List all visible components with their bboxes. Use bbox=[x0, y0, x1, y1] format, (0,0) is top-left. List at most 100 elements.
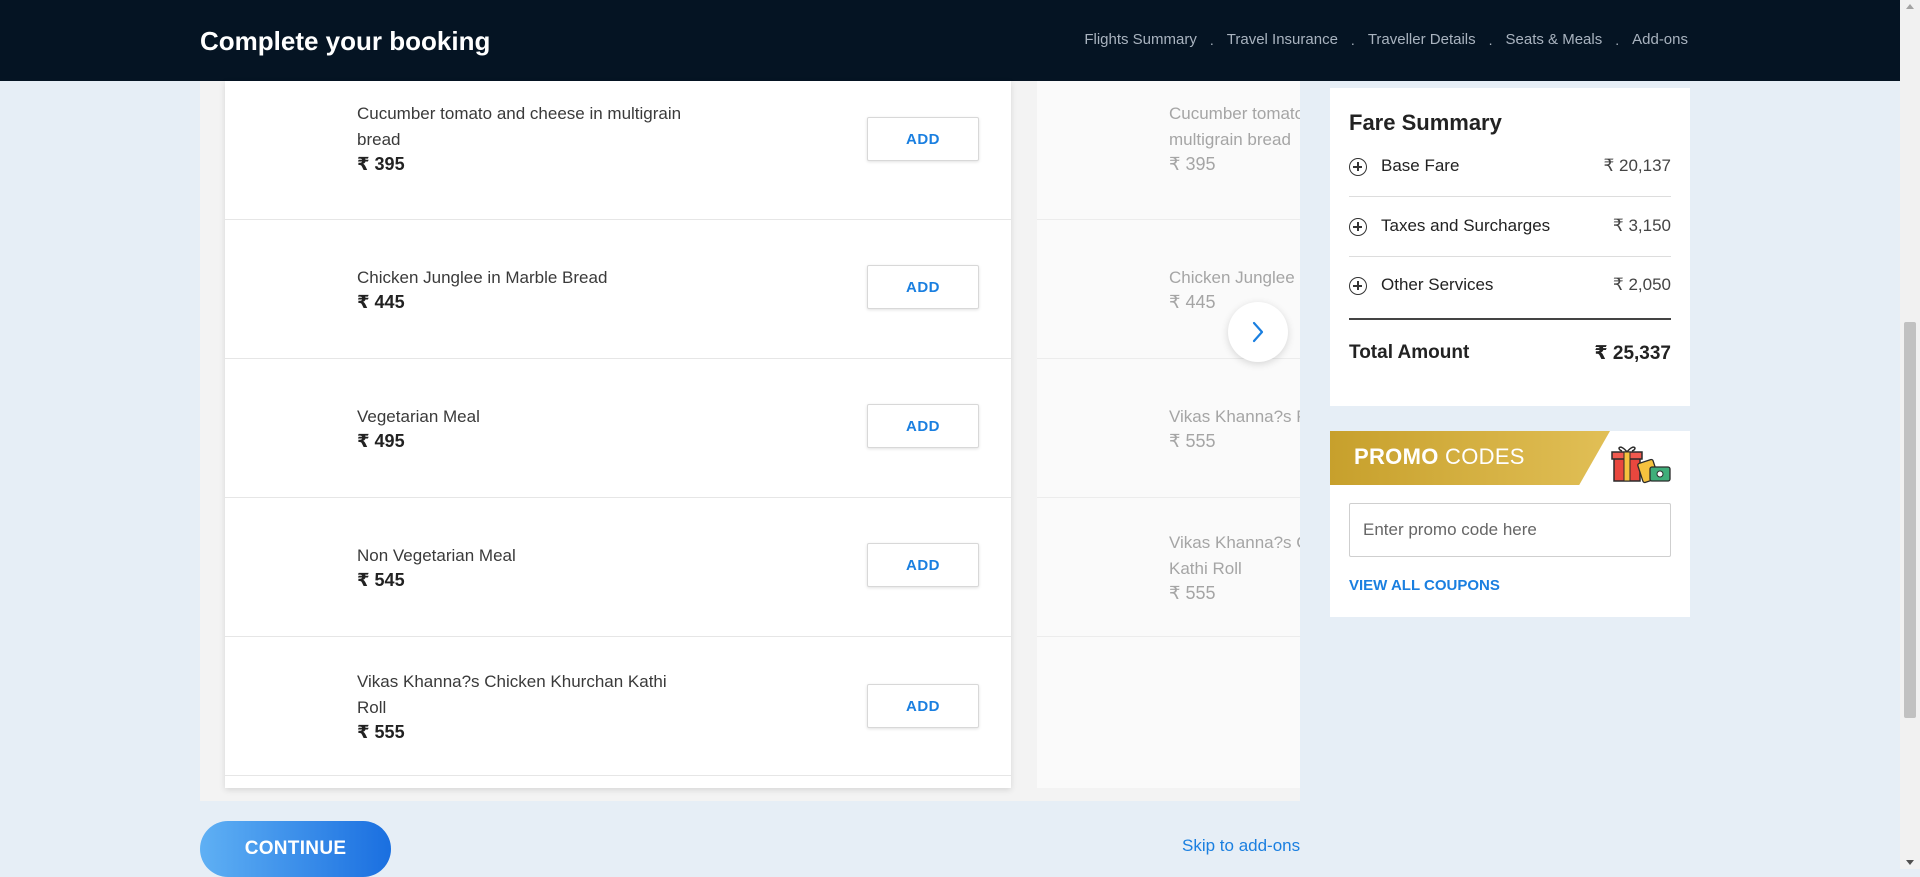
chevron-right-icon bbox=[1252, 321, 1264, 343]
fare-row-taxes[interactable]: Taxes and Surcharges ₹ 3,150 bbox=[1349, 197, 1671, 257]
meal-item: Vikas Khanna?s Chicken Khurchan Kathi Ro… bbox=[1037, 498, 1300, 637]
meal-price: ₹ 555 bbox=[1169, 431, 1300, 452]
meal-name: Vikas Khanna?s Chicken Khurchan Kathi Ro… bbox=[357, 672, 667, 717]
step-flights-summary[interactable]: Flights Summary bbox=[1084, 31, 1197, 48]
expand-plus-icon[interactable] bbox=[1349, 218, 1367, 236]
add-meal-button[interactable]: ADD bbox=[867, 404, 979, 448]
rupee-symbol: ₹ bbox=[1169, 583, 1181, 603]
fare-amount: ₹ 3,150 bbox=[1612, 216, 1671, 235]
total-amount-row: Total Amount ₹ 25,337 bbox=[1349, 342, 1671, 364]
meal-info: Chicken Junglee in Marble Bread ₹ 445 bbox=[1169, 265, 1300, 313]
total-divider bbox=[1349, 318, 1671, 320]
meal-name: Vikas Khanna?s Paneer Kathi Roll bbox=[1169, 407, 1300, 426]
meal-info: Vegetarian Meal ₹ 495 bbox=[357, 404, 697, 452]
meal-price: ₹ 395 bbox=[357, 154, 697, 175]
promo-codes-card: PROMO CODES VIEW ALL COUPONS bbox=[1330, 431, 1690, 617]
meal-name: Cucumber tomato and cheese in multigrain… bbox=[1169, 104, 1300, 149]
rupee-symbol: ₹ bbox=[357, 431, 370, 451]
meal-price-value: 395 bbox=[1185, 154, 1216, 174]
skip-to-addons-link[interactable]: Skip to add-ons bbox=[1182, 836, 1300, 856]
view-all-coupons-link[interactable]: VIEW ALL COUPONS bbox=[1349, 577, 1500, 594]
meal-price-value: 445 bbox=[374, 292, 405, 312]
fare-label: Taxes and Surcharges bbox=[1381, 216, 1551, 235]
rupee-symbol: ₹ bbox=[1169, 431, 1181, 451]
meal-name: Vegetarian Meal bbox=[357, 407, 480, 426]
meal-info: Vikas Khanna?s Chicken Khurchan Kathi Ro… bbox=[1169, 530, 1300, 604]
meal-price-value: 545 bbox=[374, 570, 405, 590]
meal-item: Non Vegetarian Meal ₹ 545 ADD bbox=[225, 498, 1011, 637]
total-amount: ₹ 25,337 bbox=[1594, 343, 1671, 364]
page-title: Complete your booking bbox=[200, 26, 491, 56]
top-header: Complete your booking Flights Summary . … bbox=[0, 0, 1900, 81]
meal-price-value: 555 bbox=[1185, 583, 1216, 603]
fare-row-base-fare[interactable]: Base Fare ₹ 20,137 bbox=[1349, 137, 1671, 197]
booking-steps: Flights Summary . Travel Insurance . Tra… bbox=[1084, 31, 1688, 48]
expand-plus-icon[interactable] bbox=[1349, 277, 1367, 295]
meal-info: Chicken Junglee in Marble Bread ₹ 445 bbox=[357, 265, 697, 313]
promo-code-input[interactable] bbox=[1349, 503, 1671, 557]
meal-price: ₹ 555 bbox=[1169, 583, 1300, 604]
meal-list: Cucumber tomato and cheese in multigrain… bbox=[225, 81, 1011, 788]
rupee-symbol: ₹ bbox=[357, 292, 370, 312]
step-traveller-details[interactable]: Traveller Details bbox=[1368, 31, 1476, 48]
add-meal-button[interactable]: ADD bbox=[867, 684, 979, 728]
meal-name: Cucumber tomato and cheese in multigrain… bbox=[357, 104, 682, 149]
meal-info: Vikas Khanna?s Chicken Khurchan Kathi Ro… bbox=[357, 669, 697, 743]
step-separator: . bbox=[1209, 31, 1214, 48]
promo-title: PROMO CODES bbox=[1354, 444, 1525, 470]
meal-name: Vikas Khanna?s Chicken Khurchan Kathi Ro… bbox=[1169, 533, 1300, 578]
meal-price: ₹ 495 bbox=[357, 431, 697, 452]
promo-title-rest: CODES bbox=[1438, 444, 1525, 469]
scrollbar-thumb[interactable] bbox=[1904, 322, 1916, 718]
meal-info: Cucumber tomato and cheese in multigrain… bbox=[1169, 101, 1300, 175]
meal-price-value: 445 bbox=[1185, 292, 1216, 312]
rupee-symbol: ₹ bbox=[357, 154, 370, 174]
gift-coupon-icon bbox=[1611, 446, 1671, 484]
meal-price-value: 555 bbox=[1185, 431, 1216, 451]
expand-plus-icon[interactable] bbox=[1349, 158, 1367, 176]
fare-amount: ₹ 2,050 bbox=[1612, 275, 1671, 294]
meal-list-next-flight: Cucumber tomato and cheese in multigrain… bbox=[1037, 81, 1300, 788]
meal-item: Cucumber tomato and cheese in multigrain… bbox=[225, 81, 1011, 220]
promo-title-bold: PROMO bbox=[1354, 444, 1439, 469]
meal-price-value: 555 bbox=[374, 722, 405, 742]
meals-section: Cucumber tomato and cheese in multigrain… bbox=[200, 81, 1300, 801]
add-meal-button[interactable]: ADD bbox=[867, 265, 979, 309]
meal-info: Vikas Khanna?s Paneer Kathi Roll ₹ 555 bbox=[1169, 404, 1300, 452]
page-scrollbar[interactable] bbox=[1900, 0, 1920, 869]
meal-name: Chicken Junglee in Marble Bread bbox=[357, 268, 608, 287]
scroll-up-arrow-icon[interactable] bbox=[1906, 4, 1914, 9]
step-travel-insurance[interactable]: Travel Insurance bbox=[1227, 31, 1338, 48]
step-add-ons[interactable]: Add-ons bbox=[1632, 31, 1688, 48]
meal-item: Vikas Khanna?s Chicken Khurchan Kathi Ro… bbox=[225, 637, 1011, 776]
meal-price: ₹ 555 bbox=[357, 722, 697, 743]
fare-summary-card: Fare Summary Base Fare ₹ 20,137 Taxes an… bbox=[1330, 88, 1690, 406]
meal-price: ₹ 445 bbox=[1169, 292, 1300, 313]
add-meal-button[interactable]: ADD bbox=[867, 117, 979, 161]
next-flight-button[interactable] bbox=[1228, 302, 1288, 362]
meal-name: Chicken Junglee in Marble Bread bbox=[1169, 268, 1300, 287]
step-seats-meals[interactable]: Seats & Meals bbox=[1506, 31, 1603, 48]
meal-price: ₹ 545 bbox=[357, 570, 697, 591]
add-meal-button[interactable]: ADD bbox=[867, 543, 979, 587]
fare-amount: ₹ 20,137 bbox=[1603, 156, 1671, 175]
scroll-down-arrow-icon[interactable] bbox=[1906, 860, 1914, 865]
meal-item: Vegetarian Meal ₹ 495 ADD bbox=[225, 359, 1011, 498]
meal-price-value: 495 bbox=[374, 431, 405, 451]
rupee-symbol: ₹ bbox=[1169, 292, 1181, 312]
meal-name: Non Vegetarian Meal bbox=[357, 546, 516, 565]
rupee-symbol: ₹ bbox=[1169, 154, 1181, 174]
rupee-symbol: ₹ bbox=[357, 570, 370, 590]
fare-label: Other Services bbox=[1381, 275, 1494, 294]
meal-item: Chicken Junglee in Marble Bread ₹ 445 AD… bbox=[225, 220, 1011, 359]
step-separator: . bbox=[1488, 31, 1493, 48]
meal-info: Cucumber tomato and cheese in multigrain… bbox=[357, 101, 697, 175]
meal-item: Vikas Khanna?s Paneer Kathi Roll ₹ 555 bbox=[1037, 359, 1300, 498]
step-separator: . bbox=[1350, 31, 1355, 48]
fare-label: Base Fare bbox=[1381, 156, 1460, 175]
meal-price: ₹ 445 bbox=[357, 292, 697, 313]
meal-info: Non Vegetarian Meal ₹ 545 bbox=[357, 543, 697, 591]
meal-item: Cucumber tomato and cheese in multigrain… bbox=[1037, 81, 1300, 220]
meal-price-value: 395 bbox=[374, 154, 405, 174]
fare-row-other-services[interactable]: Other Services ₹ 2,050 bbox=[1349, 256, 1671, 316]
